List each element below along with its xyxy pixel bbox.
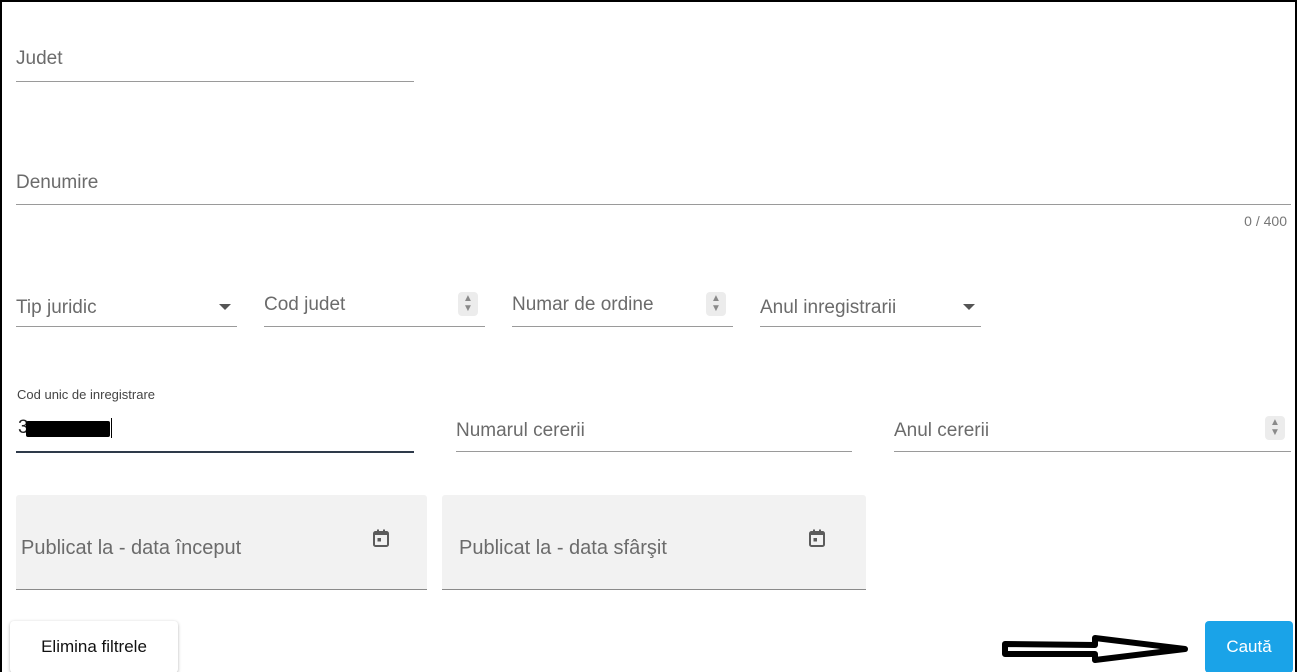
- numar-ordine-input[interactable]: Numar de ordine ▲ ▼: [512, 284, 733, 327]
- denumire-field[interactable]: Denumire: [16, 162, 1291, 205]
- clear-filters-button[interactable]: Elimina filtrele: [10, 621, 178, 672]
- tip-juridic-select[interactable]: Tip juridic: [16, 284, 237, 327]
- data-inceput-field[interactable]: Publicat la - data început: [16, 495, 427, 590]
- data-sfarsit-label: Publicat la - data sfârşit: [459, 537, 667, 559]
- numarul-cererii-label: Numarul cererii: [456, 420, 585, 441]
- anul-cererii-label: Anul cererii: [894, 420, 990, 441]
- search-button[interactable]: Caută: [1205, 621, 1293, 672]
- number-spinner-icon[interactable]: ▲ ▼: [706, 292, 726, 316]
- anul-inregistrarii-underline: [760, 326, 981, 327]
- denumire-label: Denumire: [16, 172, 99, 193]
- cod-judet-input[interactable]: Cod judet ▲ ▼: [264, 284, 485, 327]
- data-sfarsit-field[interactable]: Publicat la - data sfârşit: [442, 495, 866, 590]
- data-inceput-underline: [16, 589, 427, 590]
- judet-underline: [16, 81, 414, 82]
- right-arrow-annotation-icon: [1002, 635, 1188, 663]
- chevron-down-icon: [219, 304, 231, 310]
- data-inceput-label: Publicat la - data început: [21, 537, 242, 559]
- chevron-down-icon: [963, 304, 975, 310]
- anul-cererii-input[interactable]: Anul cererii ▲ ▼: [894, 409, 1291, 452]
- number-spinner-icon[interactable]: ▲ ▼: [1265, 416, 1285, 440]
- text-cursor: [111, 418, 112, 438]
- cui-input[interactable]: 3: [16, 407, 414, 453]
- anul-inregistrarii-label: Anul inregistrarii: [760, 297, 897, 318]
- tip-juridic-underline: [16, 326, 237, 327]
- number-spinner-icon[interactable]: ▲ ▼: [458, 292, 478, 316]
- anul-cererii-underline: [894, 451, 1291, 452]
- numar-ordine-label: Numar de ordine: [512, 294, 654, 315]
- numarul-cererii-input[interactable]: Numarul cererii: [456, 409, 852, 452]
- calendar-icon[interactable]: [373, 529, 389, 547]
- anul-inregistrarii-select[interactable]: Anul inregistrarii: [760, 284, 981, 327]
- denumire-char-counter: 0 / 400: [1244, 213, 1287, 229]
- cui-focus-underline: [16, 451, 414, 453]
- judet-field[interactable]: Judet: [16, 40, 414, 82]
- tip-juridic-label: Tip juridic: [16, 297, 97, 318]
- cod-judet-label: Cod judet: [264, 294, 346, 315]
- data-sfarsit-underline: [442, 589, 866, 590]
- judet-label: Judet: [16, 48, 63, 69]
- cod-judet-underline: [264, 326, 485, 327]
- denumire-underline: [16, 204, 1291, 205]
- numar-ordine-underline: [512, 326, 733, 327]
- redaction-mark: [26, 421, 110, 437]
- numarul-cererii-underline: [456, 451, 852, 452]
- cui-label: Cod unic de inregistrare: [17, 387, 156, 402]
- search-form: Judet Denumire 0 / 400 Tip juridic Cod j…: [0, 0, 1297, 672]
- calendar-icon[interactable]: [809, 529, 825, 547]
